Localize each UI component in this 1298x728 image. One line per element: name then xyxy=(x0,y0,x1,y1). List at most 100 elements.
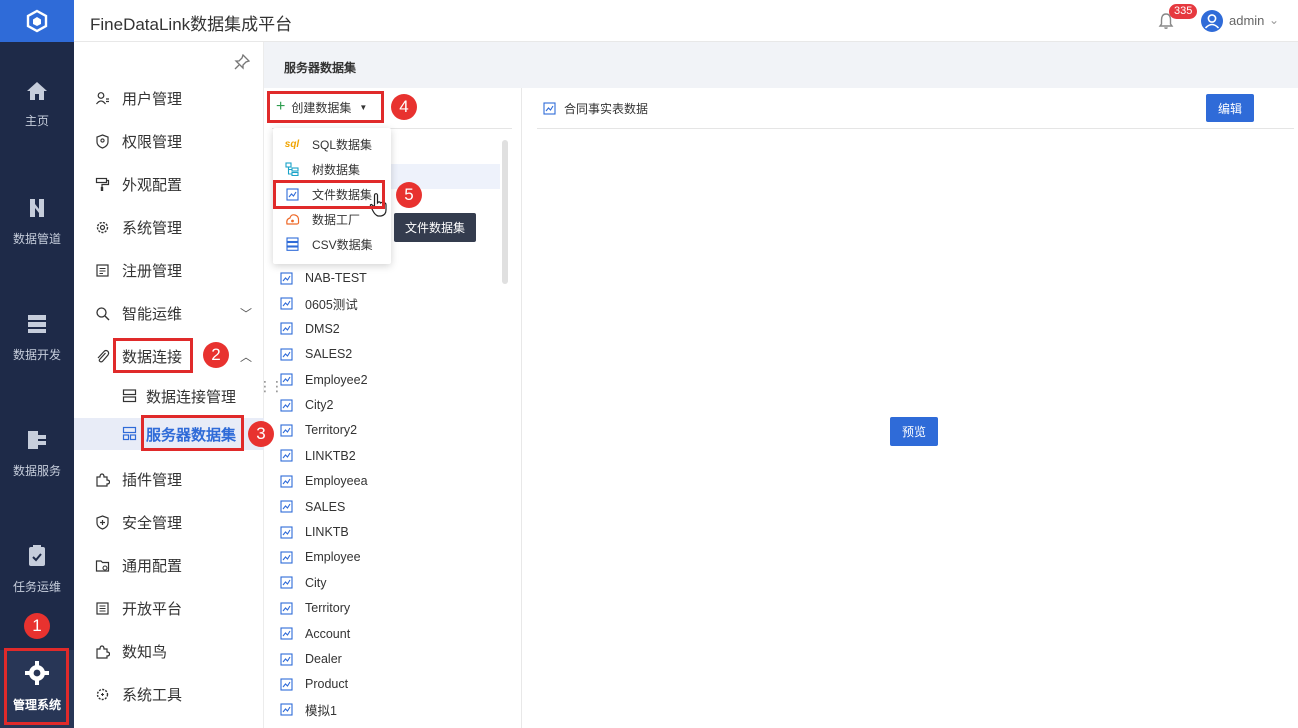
paint-roller-icon xyxy=(94,176,110,192)
menu-item-system[interactable]: 系统管理 xyxy=(74,212,264,242)
nav-label: 数据开发 xyxy=(12,348,61,362)
factory-icon xyxy=(284,212,300,226)
menu-item-appearance[interactable]: 外观配置 xyxy=(74,169,264,199)
dataset-icon xyxy=(280,475,293,488)
dataset-list-item[interactable]: Employeea xyxy=(280,471,368,491)
home-icon xyxy=(27,82,47,100)
menu-item-security[interactable]: 安全管理 xyxy=(74,507,264,537)
register-icon xyxy=(94,262,110,278)
top-bar: FineDataLink数据集成平台 335 admin ⌄ xyxy=(0,0,1298,42)
dataset-list-item[interactable]: Territory2 xyxy=(280,420,357,440)
dataset-list-item[interactable]: Territory xyxy=(280,598,350,618)
service-icon xyxy=(28,431,46,449)
dataset-name: 0605测试 xyxy=(305,297,358,312)
dataset-name: Territory2 xyxy=(305,423,358,438)
dataset-icon xyxy=(543,102,556,115)
dataset-list-item[interactable]: City2 xyxy=(280,395,333,415)
dataset-list-item[interactable]: Dealer xyxy=(280,649,342,669)
annotation-box-create-dataset xyxy=(267,91,384,123)
step-badge: 5 xyxy=(396,182,422,208)
dataset-name: SALES2 xyxy=(305,347,353,362)
menu-item-registration[interactable]: 注册管理 xyxy=(74,255,264,285)
preview-button[interactable]: 预览 xyxy=(890,417,938,446)
puzzle-icon xyxy=(94,643,110,659)
avatar[interactable] xyxy=(1201,10,1223,32)
dataset-title: 合同事实表数据 xyxy=(543,100,648,117)
menu-item-open-platform[interactable]: 开放平台 xyxy=(74,593,264,623)
dataset-name: NAB-TEST xyxy=(305,271,367,285)
annotation-box-server-dataset xyxy=(141,415,244,451)
dataset-name: Dealer xyxy=(305,652,342,666)
dataset-list-item[interactable]: 0605测试 xyxy=(280,293,358,313)
admin-side-menu: 用户管理 权限管理 外观配置 系统管理 注册管理 智能运维 ﹀ 数据连接 ︿ 数… xyxy=(74,42,264,728)
nav-home[interactable]: 主页 xyxy=(0,80,74,129)
dataset-list-item[interactable]: Employee2 xyxy=(280,370,368,390)
dataset-name: LINKTB xyxy=(305,525,349,539)
annotation-box-admin xyxy=(4,648,69,725)
tools-icon xyxy=(94,686,110,702)
app-title: FineDataLink数据集成平台 xyxy=(90,15,293,34)
dataset-list-item[interactable]: Product xyxy=(280,674,348,694)
drag-handle-icon[interactable]: ⋮⋮ xyxy=(258,378,284,395)
connection-icon xyxy=(122,388,138,404)
menu-item-system-tools[interactable]: 系统工具 xyxy=(74,679,264,709)
dataset-list-item[interactable]: LINKTB xyxy=(280,522,349,542)
submenu-item-connection-management[interactable]: 数据连接管理 xyxy=(74,381,264,411)
dataset-list-item[interactable]: SALES2 xyxy=(280,344,352,364)
app-logo[interactable] xyxy=(0,0,74,42)
nav-pipeline[interactable]: 数据管道 xyxy=(0,196,74,247)
dataset-tree-icon xyxy=(122,426,138,442)
pin-icon[interactable] xyxy=(234,54,250,70)
dropdown-item-sql[interactable]: sql SQL数据集 xyxy=(273,133,391,155)
dropdown-label: 数据工厂 xyxy=(312,212,361,227)
chevron-up-icon[interactable]: ︿ xyxy=(240,348,252,365)
chevron-down-icon[interactable]: ﹀ xyxy=(240,305,252,322)
menu-item-permissions[interactable]: 权限管理 xyxy=(74,126,264,156)
dataset-name: 模拟1 xyxy=(305,704,337,719)
menu-item-users[interactable]: 用户管理 xyxy=(74,83,264,113)
scrollbar[interactable] xyxy=(502,140,508,284)
menu-item-smart-ops[interactable]: 智能运维 ﹀ xyxy=(74,298,264,328)
dataset-icon xyxy=(280,627,293,640)
menu-label: 智能运维 xyxy=(122,305,183,323)
dropdown-item-tree[interactable]: 树数据集 xyxy=(273,158,391,180)
chevron-down-icon[interactable]: ⌄ xyxy=(1269,13,1279,27)
dataset-list-item[interactable]: DMS2 xyxy=(280,319,340,339)
dataset-icon xyxy=(280,602,293,615)
search-icon xyxy=(94,305,110,321)
dataset-name: SALES xyxy=(305,499,346,514)
nav-service[interactable]: 数据服务 xyxy=(0,428,74,479)
dataset-list-item[interactable]: NAB-TEST xyxy=(280,268,367,288)
sql-icon: sql xyxy=(284,138,300,150)
page-title: 服务器数据集 xyxy=(284,61,357,75)
nav-label: 任务运维 xyxy=(12,580,61,594)
edit-button[interactable]: 编辑 xyxy=(1206,94,1254,122)
menu-item-general-config[interactable]: 通用配置 xyxy=(74,550,264,580)
dataset-list-item[interactable]: 模拟1 xyxy=(280,700,337,720)
pipeline-icon xyxy=(30,199,44,217)
dataset-name: City xyxy=(305,575,327,590)
step-badge: 2 xyxy=(203,342,229,368)
menu-item-plugins[interactable]: 插件管理 xyxy=(74,464,264,494)
dataset-list-item[interactable]: Employee xyxy=(280,547,361,567)
menu-item-shuzhiniao[interactable]: 数知鸟 xyxy=(74,636,264,666)
nav-ops[interactable]: 任务运维 xyxy=(0,544,74,595)
paperclip-icon xyxy=(94,348,110,364)
dataset-list-item[interactable]: SALES xyxy=(280,497,345,517)
dataset-list-item[interactable]: Account xyxy=(280,624,350,644)
dataset-list-item[interactable]: LINKTB2 xyxy=(280,446,356,466)
dataset-icon xyxy=(280,348,293,361)
dataset-list-item[interactable]: City xyxy=(280,573,327,593)
user-name[interactable]: admin xyxy=(1229,13,1264,28)
notification-badge: 335 xyxy=(1169,4,1198,19)
dropdown-label: 树数据集 xyxy=(312,162,361,177)
menu-label: 外观配置 xyxy=(122,176,183,194)
nav-dev[interactable]: 数据开发 xyxy=(0,312,74,363)
dataset-icon xyxy=(280,424,293,437)
page-header: 服务器数据集 xyxy=(264,42,1298,88)
dataset-icon xyxy=(280,297,293,310)
menu-label: 开放平台 xyxy=(122,600,183,618)
dropdown-item-csv[interactable]: CSV数据集 xyxy=(273,233,391,255)
dataset-name: Account xyxy=(305,626,351,641)
dataset-name: City2 xyxy=(305,398,334,412)
